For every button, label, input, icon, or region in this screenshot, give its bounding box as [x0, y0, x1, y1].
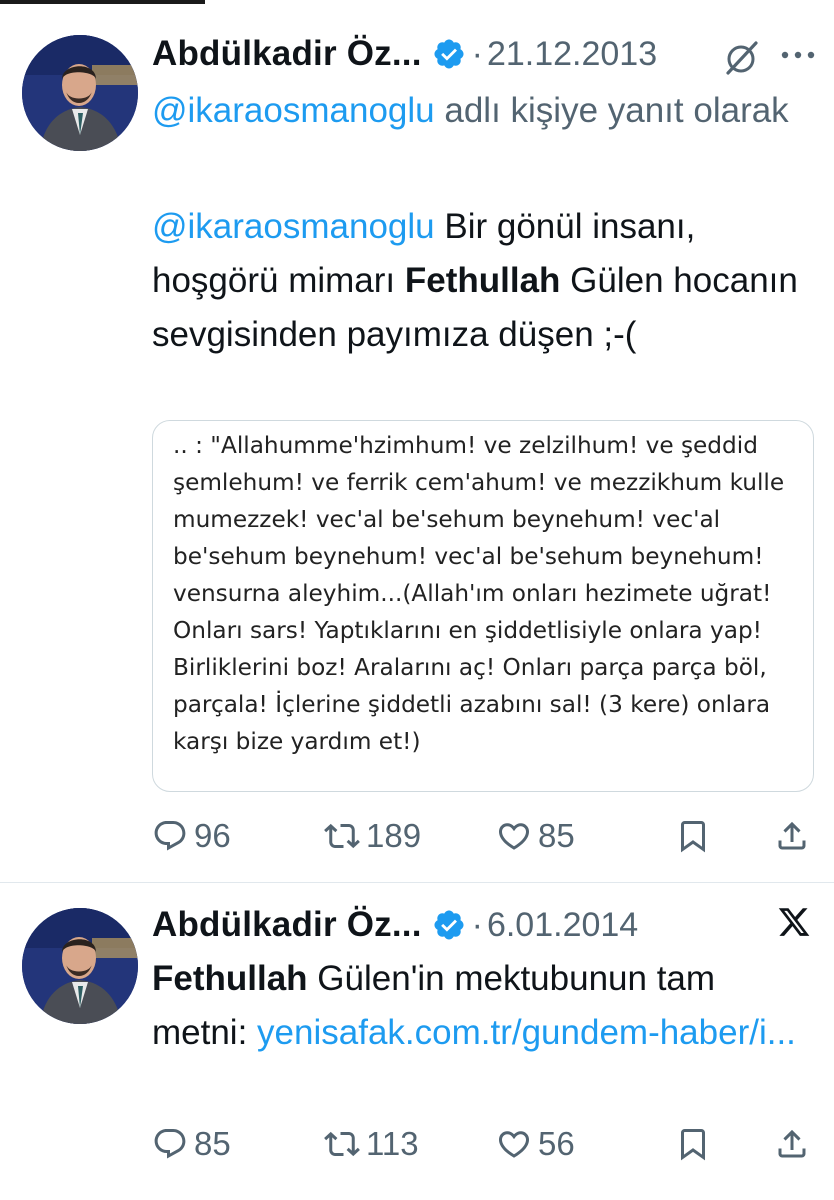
retweet-icon: [324, 1131, 360, 1157]
like-button[interactable]: 56: [496, 1119, 575, 1169]
body-mention-link[interactable]: @ikaraosmanoglu: [152, 207, 435, 246]
separator: ·: [471, 34, 483, 73]
tweet-header: Abdülkadir Öz... · 21.12.2013: [152, 30, 657, 78]
bookmark-icon: [681, 1129, 705, 1161]
more-icon[interactable]: [780, 48, 816, 62]
share-button[interactable]: [774, 811, 810, 861]
like-count: 56: [538, 1125, 575, 1162]
retweet-count: 189: [366, 817, 422, 854]
x-logo-icon[interactable]: [776, 905, 812, 939]
avatar[interactable]: [22, 35, 138, 151]
tweet-header: Abdülkadir Öz... · 6.01.2014: [152, 901, 638, 949]
retweet-button[interactable]: 113: [324, 1119, 419, 1169]
reply-context: @ikaraosmanoglu adlı kişiye yanıt olarak: [152, 84, 792, 138]
like-icon: [498, 823, 530, 850]
avatar[interactable]: [22, 908, 138, 1024]
tweet[interactable]: Abdülkadir Öz... · 21.12.2013 @ikaraosma…: [0, 0, 834, 882]
tweet-text-highlight: Fethullah: [404, 261, 561, 300]
like-icon: [498, 1131, 530, 1158]
verified-badge-icon: [434, 39, 464, 69]
bookmark-button[interactable]: [675, 1119, 711, 1169]
bookmark-icon: [681, 821, 705, 853]
grok-icon[interactable]: [722, 38, 762, 78]
verified-badge-icon: [434, 910, 464, 940]
tweet-text: @ikaraosmanoglu Bir gönül insanı, hoşgör…: [152, 200, 802, 362]
like-button[interactable]: 85: [496, 811, 575, 861]
tweet-actions: 96 189 85: [152, 811, 816, 861]
reply-context-text: adlı kişiye yanıt olarak: [444, 91, 789, 130]
share-icon: [778, 821, 806, 850]
like-count: 85: [538, 817, 575, 854]
reply-icon: [154, 1129, 186, 1159]
tweet-text: Fethullah Gülen'in mektubunun tam metni:…: [152, 952, 802, 1060]
share-icon: [778, 1129, 806, 1158]
attached-image[interactable]: .. : "Allahumme'hzimhum! ve zelzilhum! v…: [152, 420, 814, 792]
tweet[interactable]: Abdülkadir Öz... · 6.01.2014 Fethullah G…: [0, 883, 834, 1200]
reply-icon: [154, 821, 186, 851]
tweet-actions: 85 113 56: [152, 1119, 816, 1169]
reply-button[interactable]: 85: [152, 1119, 231, 1169]
tweet-date[interactable]: 6.01.2014: [487, 906, 638, 945]
tweet-text-highlight: Fethullah: [152, 959, 308, 998]
reply-button[interactable]: 96: [152, 811, 231, 861]
share-button[interactable]: [774, 1119, 810, 1169]
reply-count: 96: [194, 817, 231, 854]
bookmark-button[interactable]: [675, 811, 711, 861]
separator: ·: [471, 905, 483, 944]
reply-count: 85: [194, 1125, 231, 1162]
tweet-date[interactable]: 21.12.2013: [487, 35, 657, 74]
article-link[interactable]: yenisafak.com.tr/gundem-haber/i...: [257, 1013, 796, 1052]
retweet-button[interactable]: 189: [324, 811, 421, 861]
image-text: .. : "Allahumme'hzimhum! ve zelzilhum! v…: [173, 432, 785, 755]
retweet-count: 113: [366, 1125, 419, 1162]
author-name[interactable]: Abdülkadir Öz...: [152, 905, 422, 945]
retweet-icon: [324, 823, 360, 849]
author-name[interactable]: Abdülkadir Öz...: [152, 34, 422, 74]
reply-mention-link[interactable]: @ikaraosmanoglu: [152, 91, 435, 130]
